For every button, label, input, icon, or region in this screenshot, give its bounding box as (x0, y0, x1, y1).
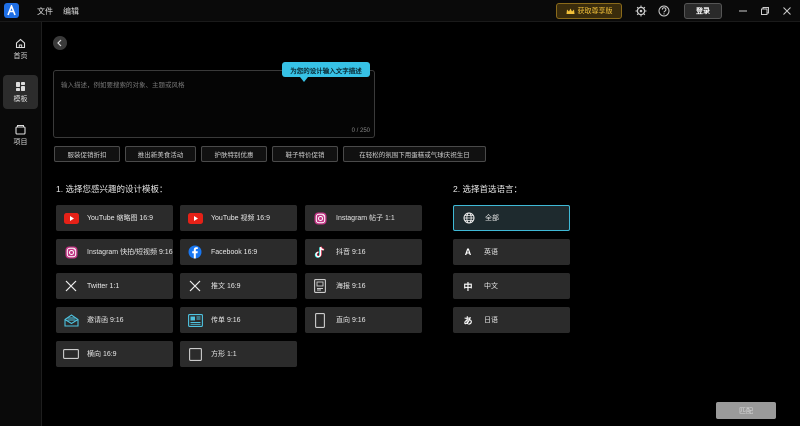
template-facebook[interactable]: Facebook 16:9 (180, 239, 297, 265)
youtube-icon (187, 210, 203, 226)
get-premium-button[interactable]: 获取尊享版 (556, 3, 622, 19)
app-logo (4, 3, 19, 18)
get-premium-label: 获取尊享版 (577, 8, 613, 15)
restore-icon[interactable] (758, 4, 772, 18)
envelope-icon (63, 312, 79, 328)
template-label: 方形 1:1 (211, 350, 237, 358)
back-button[interactable] (53, 36, 67, 50)
minimize-icon[interactable] (736, 4, 750, 18)
portrait-icon (312, 312, 328, 328)
flyer-icon (187, 312, 203, 328)
language-label: 中文 (484, 283, 498, 290)
language-label: 英语 (484, 249, 498, 256)
template-label: 直向 9:16 (336, 316, 366, 324)
template-label: 传单 9:16 (211, 316, 241, 324)
prompt-placeholder: 输入描述，例如要搜索的对象、主题或风格 (61, 82, 185, 89)
template-tweet[interactable]: 推文 16:9 (180, 273, 297, 299)
template-label: YouTube 缩略图 16:9 (87, 214, 154, 222)
template-portrait[interactable]: 直向 9:16 (305, 307, 422, 333)
language-option-chinese[interactable]: 中 中文 (453, 273, 570, 299)
sidebar-item-projects[interactable]: 项目 (3, 118, 38, 152)
template-square[interactable]: 方形 1:1 (180, 341, 297, 367)
match-button[interactable]: 匹配 (716, 402, 776, 419)
language-option-english[interactable]: A 英语 (453, 239, 570, 265)
globe-icon (461, 212, 477, 224)
template-icon (16, 81, 25, 91)
template-invitation[interactable]: 邀请函 9:16 (56, 307, 173, 333)
char-counter: 0 / 250 (351, 128, 370, 134)
language-label: 全部 (485, 215, 499, 222)
language-option-all[interactable]: 全部 (453, 205, 570, 231)
template-label: 横向 16:9 (87, 350, 117, 358)
title-bar: 文件 编辑 获取尊享版 登录 (0, 0, 800, 22)
crown-icon (566, 8, 574, 14)
tooltip-arrow (300, 77, 308, 82)
template-landscape[interactable]: 横向 16:9 (56, 341, 173, 367)
language-glyph: 中 (463, 281, 473, 292)
template-tiktok[interactable]: 抖音 9:16 (305, 239, 422, 265)
folder-icon (15, 124, 26, 135)
prompt-textarea[interactable]: 输入描述，例如要搜索的对象、主题或风格 0 / 250 (53, 70, 375, 138)
template-label: Facebook 16:9 (211, 248, 258, 256)
template-instagram-post[interactable]: Instagram 帖子 1:1 (305, 205, 422, 231)
chevron-left-icon (57, 39, 62, 47)
close-icon[interactable] (780, 4, 794, 18)
template-label: 推文 16:9 (211, 282, 241, 290)
suggestion-chip[interactable]: 服装促销折扣 (54, 146, 120, 162)
sidebar-item-label: 模板 (13, 95, 28, 103)
template-label: 邀请函 9:16 (87, 316, 124, 324)
square-icon (187, 346, 203, 362)
tiktok-icon (312, 244, 328, 260)
sidebar-item-home[interactable]: 首页 (3, 32, 38, 66)
help-icon[interactable] (657, 4, 671, 18)
template-label: 海报 9:16 (336, 282, 366, 290)
template-youtube-thumbnail[interactable]: YouTube 缩略图 16:9 (56, 205, 173, 231)
templates-section-title: 1. 选择您感兴趣的设计模板： (56, 184, 168, 194)
login-button[interactable]: 登录 (684, 3, 722, 19)
language-label: 日语 (484, 317, 498, 324)
template-twitter[interactable]: Twitter 1:1 (56, 273, 173, 299)
instagram-icon (312, 210, 328, 226)
template-youtube-video[interactable]: YouTube 视频 16:9 (180, 205, 297, 231)
settings-icon[interactable] (634, 4, 648, 18)
template-poster[interactable]: 海报 9:16 (305, 273, 422, 299)
suggestion-chip[interactable]: 鞋子特价促销 (272, 146, 338, 162)
facebook-icon (187, 244, 203, 260)
menu-file[interactable]: 文件 (37, 6, 53, 17)
template-label: 抖音 9:16 (336, 248, 366, 256)
sidebar-item-label: 首页 (13, 52, 28, 60)
menu-edit[interactable]: 编辑 (63, 6, 79, 17)
instagram-icon (63, 244, 79, 260)
template-label: Twitter 1:1 (87, 282, 120, 290)
language-glyph: あ (463, 315, 473, 326)
suggestion-chip[interactable]: 推出新美食活动 (125, 146, 196, 162)
x-icon (63, 278, 79, 294)
template-label: Instagram 快拍/短视频 9:16 (87, 248, 173, 256)
sidebar-item-label: 项目 (13, 138, 28, 146)
landscape-icon (63, 346, 79, 362)
template-label: Instagram 帖子 1:1 (336, 214, 395, 222)
prompt-tooltip: 为您的设计输入文字描述 (282, 62, 370, 77)
suggestion-chip[interactable]: 在轻松的氛围下用蛋糕或气球庆祝生日 (343, 146, 486, 162)
template-flyer[interactable]: 传单 9:16 (180, 307, 297, 333)
sidebar: 首页 模板 项目 (0, 22, 42, 426)
language-section-title: 2. 选择首选语言： (453, 184, 522, 194)
youtube-icon (63, 210, 79, 226)
template-instagram-story[interactable]: Instagram 快拍/短视频 9:16 (56, 239, 173, 265)
suggestion-chip[interactable]: 护肤特别优惠 (201, 146, 267, 162)
poster-icon (312, 278, 328, 294)
home-icon (15, 38, 26, 48)
language-option-japanese[interactable]: あ 日语 (453, 307, 570, 333)
x-icon (187, 278, 203, 294)
template-label: YouTube 视频 16:9 (211, 214, 271, 222)
language-glyph: A (464, 247, 472, 257)
sidebar-item-templates[interactable]: 模板 (3, 75, 38, 109)
